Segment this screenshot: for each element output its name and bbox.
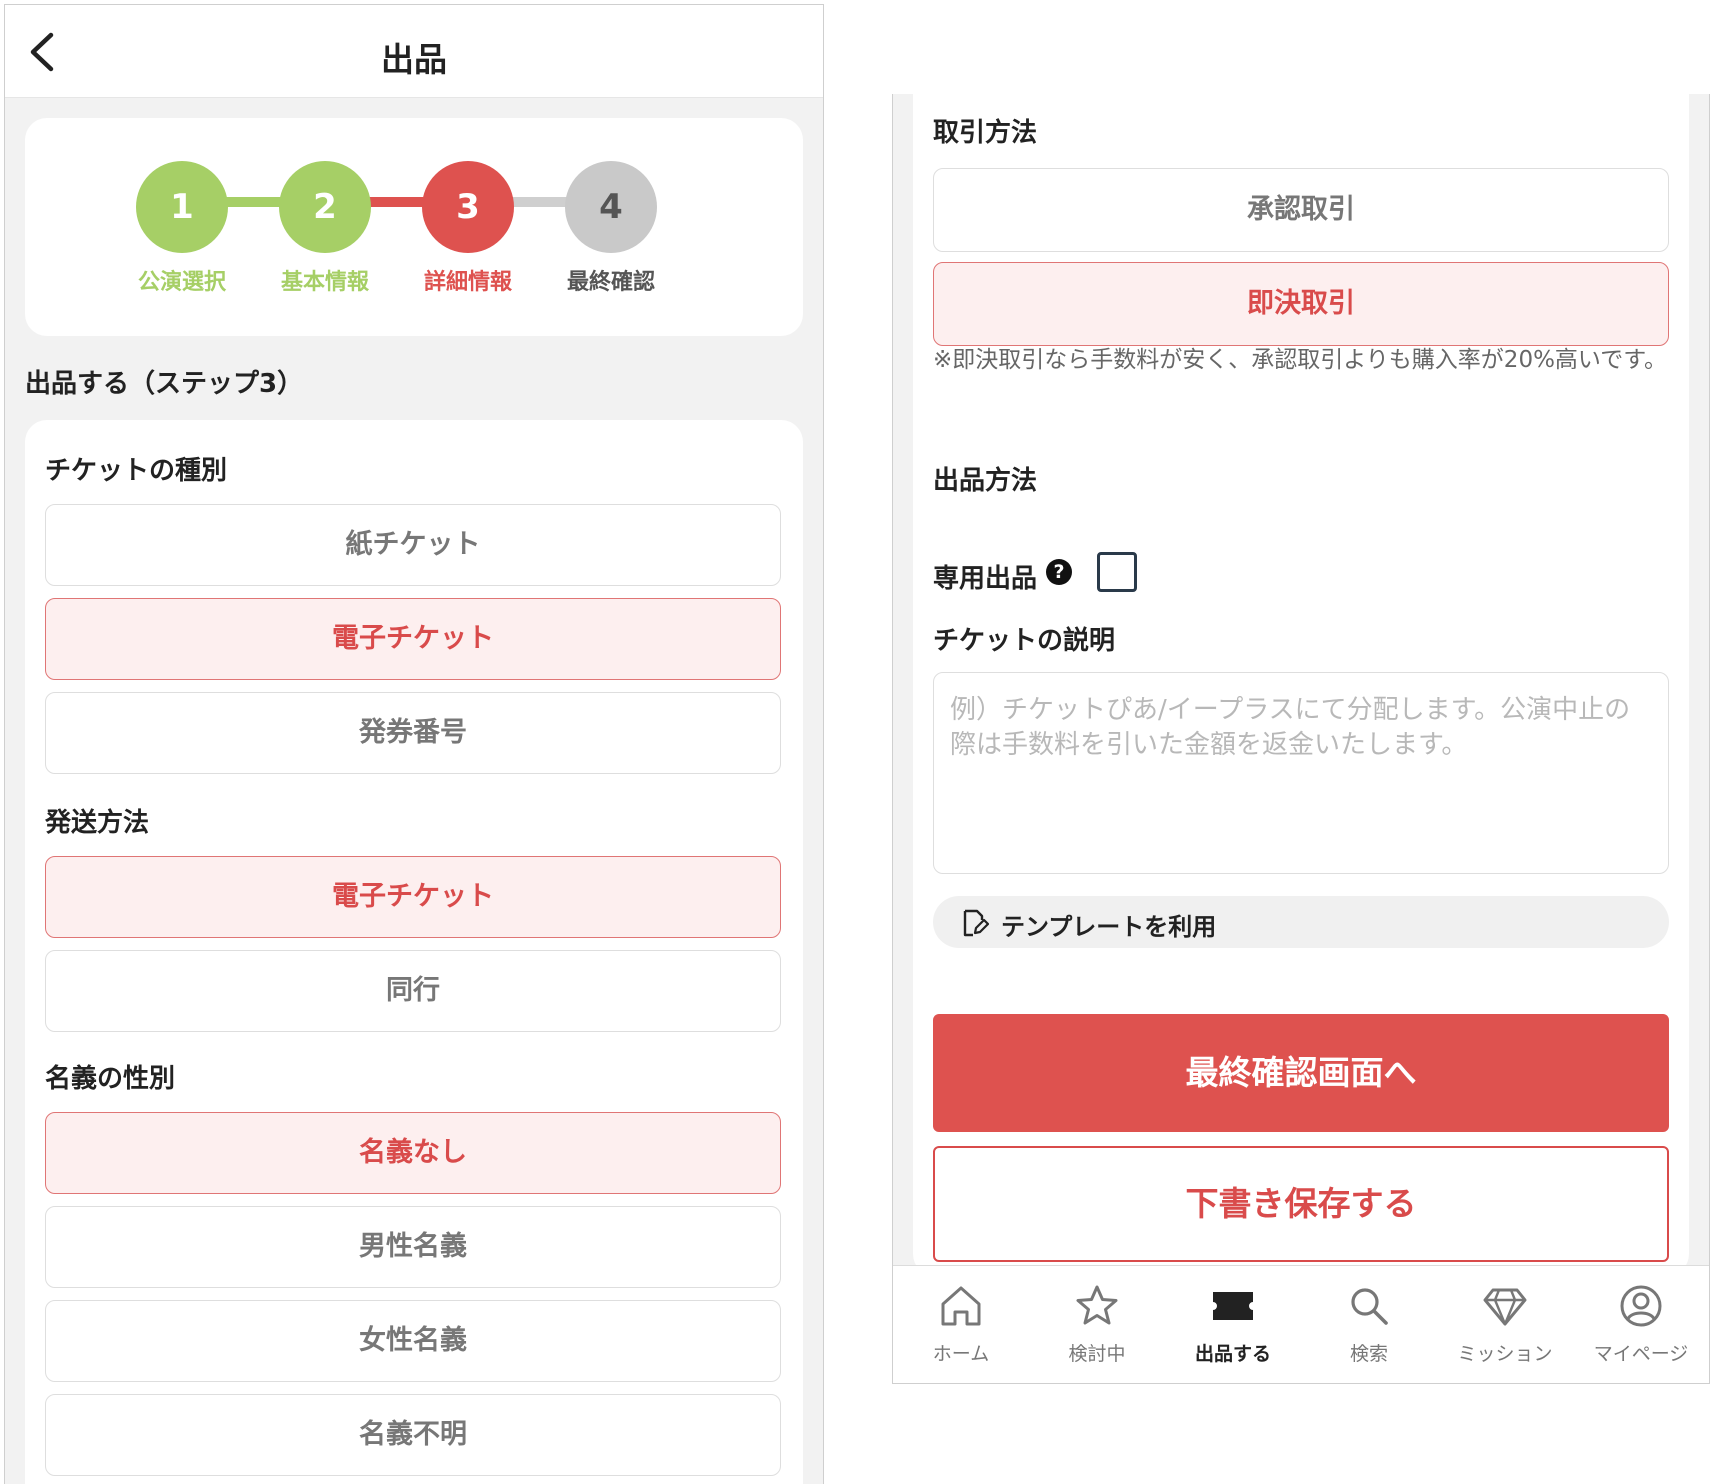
tab-home[interactable]: ホーム <box>893 1266 1029 1383</box>
search-icon <box>1351 1288 1388 1325</box>
step-1-circle: 1 <box>136 161 228 253</box>
description-textarea[interactable]: 例）チケットぴあ/イープラスにて分配します。公演中止の際は手数料を引いた金額を返… <box>933 672 1669 874</box>
option-no-name[interactable]: 名義なし <box>45 1112 781 1194</box>
tab-mission-label: ミッション <box>1457 1343 1553 1365</box>
listing-method-label: 出品方法 <box>933 466 1038 496</box>
ticket-icon <box>1213 1292 1253 1320</box>
star-icon <box>1076 1285 1118 1325</box>
description-label: チケットの説明 <box>933 626 1116 656</box>
form-card: チケットの種別 紙チケット 電子チケット 発券番号 発送方法 電子チケット 同行… <box>25 420 803 1484</box>
option-paper-ticket[interactable]: 紙チケット <box>45 504 781 586</box>
bottom-tab-bar: ホーム 検討中 出品する 検索 ミッション マイページ <box>893 1265 1709 1383</box>
option-approval-trade[interactable]: 承認取引 <box>933 168 1669 252</box>
use-template-label: テンプレートを利用 <box>1001 913 1217 941</box>
option-ticket-number[interactable]: 発券番号 <box>45 692 781 774</box>
go-to-final-confirm-button[interactable]: 最終確認画面へ <box>933 1014 1669 1132</box>
tab-sell-label: 出品する <box>1194 1343 1271 1365</box>
option-shipping-e-ticket[interactable]: 電子チケット <box>45 856 781 938</box>
home-icon <box>941 1286 981 1326</box>
listing-form-step3-bottom: 取引方法 承認取引 即決取引 ※即決取引なら手数料が安く、承認取引よりも購入率が… <box>892 94 1710 1384</box>
tab-considering-label: 検討中 <box>1068 1343 1126 1365</box>
listing-form-step3-top: 出品 1 2 3 4 公演選択 基本情報 詳細情報 最終確認 出品する（ステップ… <box>4 4 824 1484</box>
tab-considering[interactable]: 検討中 <box>1029 1266 1165 1383</box>
ticket-type-label: チケットの種別 <box>45 456 228 486</box>
form-card-continued: 取引方法 承認取引 即決取引 ※即決取引なら手数料が安く、承認取引よりも購入率が… <box>913 94 1689 1276</box>
name-gender-label: 名義の性別 <box>45 1064 176 1094</box>
tab-sell[interactable]: 出品する <box>1165 1266 1301 1383</box>
option-shipping-accompany[interactable]: 同行 <box>45 950 781 1032</box>
tab-home-label: ホーム <box>932 1343 990 1365</box>
app-header: 出品 <box>5 5 823 98</box>
step-3-circle: 3 <box>422 161 514 253</box>
tab-mypage[interactable]: マイページ <box>1573 1266 1709 1383</box>
option-e-ticket[interactable]: 電子チケット <box>45 598 781 680</box>
section-title: 出品する（ステップ3） <box>25 369 304 399</box>
save-draft-button[interactable]: 下書き保存する <box>933 1146 1669 1262</box>
trade-method-note: ※即決取引なら手数料が安く、承認取引よりも購入率が20%高いです。 <box>933 347 1667 373</box>
tab-mypage-label: マイページ <box>1593 1343 1689 1365</box>
step-3-label: 詳細情報 <box>423 270 512 295</box>
exclusive-listing-checkbox[interactable] <box>1097 552 1137 592</box>
exclusive-listing-row: 専用出品 ? <box>933 552 1333 598</box>
step-1-label: 公演選択 <box>137 270 226 295</box>
page-title: 出品 <box>381 40 447 79</box>
use-template-button[interactable]: テンプレートを利用 <box>933 896 1669 948</box>
user-icon <box>1620 1285 1662 1327</box>
step-2-label: 基本情報 <box>280 270 369 295</box>
option-unknown-name[interactable]: 名義不明 <box>45 1394 781 1476</box>
step-2-circle: 2 <box>279 161 371 253</box>
option-female-name[interactable]: 女性名義 <box>45 1300 781 1382</box>
exclusive-listing-label: 専用出品 <box>933 564 1038 594</box>
help-icon[interactable]: ? <box>1046 559 1072 585</box>
trade-method-label: 取引方法 <box>933 118 1038 148</box>
tab-search[interactable]: 検索 <box>1301 1266 1437 1383</box>
template-edit-icon <box>963 909 989 937</box>
diamond-icon <box>1483 1288 1527 1326</box>
step-4-circle: 4 <box>565 161 657 253</box>
tab-mission[interactable]: ミッション <box>1437 1266 1573 1383</box>
tab-search-label: 検索 <box>1349 1343 1388 1365</box>
progress-stepper: 1 2 3 4 公演選択 基本情報 詳細情報 最終確認 <box>25 118 803 336</box>
option-male-name[interactable]: 男性名義 <box>45 1206 781 1288</box>
option-instant-trade[interactable]: 即決取引 <box>933 262 1669 346</box>
step-4-label: 最終確認 <box>566 270 655 295</box>
shipping-method-label: 発送方法 <box>45 808 150 838</box>
